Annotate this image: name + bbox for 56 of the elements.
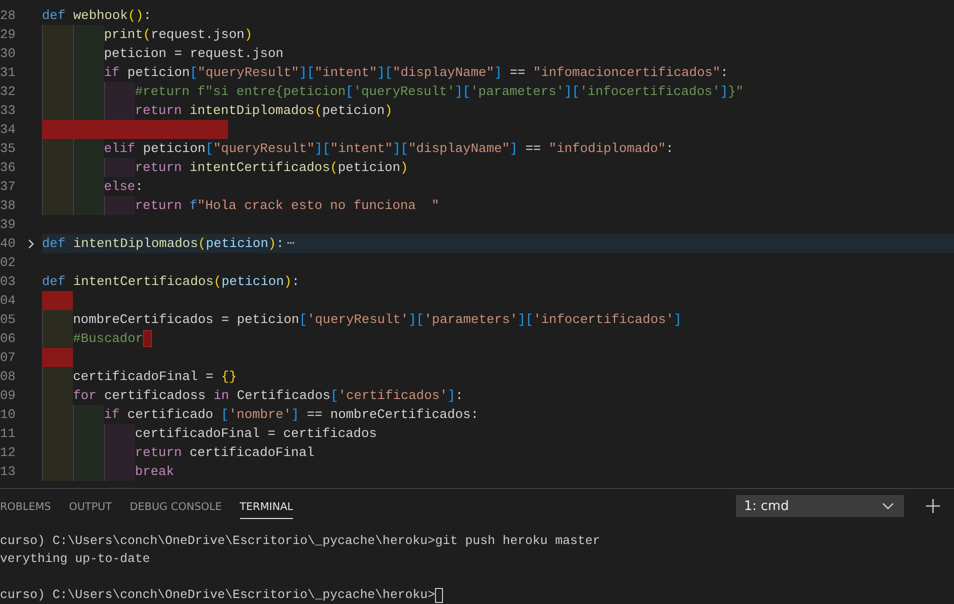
terminal-output-line: curso) C:\Users\conch\OneDrive\Escritorio\_pycache\heroku>git push heroku master [0, 533, 600, 550]
code-line: certificadoFinal = certificados [135, 425, 377, 443]
line-number: 13 [0, 463, 17, 481]
line-number: 31 [0, 64, 17, 82]
code-line: return intentDiplomados(peticion) [135, 102, 392, 120]
panel-tab[interactable]: OUTPUT [68, 495, 112, 519]
code-line: elif peticion["queryResult"]["intent"]["displayName"] == "infodiplomado": [104, 140, 674, 158]
terminal-select[interactable]: 1: cmd [736, 495, 904, 517]
line-number: 33 [0, 102, 17, 120]
line-number: 35 [0, 140, 17, 158]
line-number: 40 [0, 235, 17, 253]
line-number: 28 [0, 7, 17, 25]
code-line: print(request.json) [104, 26, 252, 44]
plus-icon[interactable] [926, 499, 940, 513]
code-line: def intentDiplomados(peticion): ⋯ [42, 235, 295, 253]
terminal-output-line: curso) C:\Users\conch\OneDrive\Escritorio\_pycache\heroku> [0, 587, 436, 604]
line-number: 10 [0, 406, 17, 424]
line-number: 34 [0, 121, 17, 139]
code-line: return intentCertificados(peticion) [135, 159, 408, 177]
line-number: 37 [0, 178, 17, 196]
code-line: #return f"si entre{peticion['queryResult']['parameters']['infocertificados']}" [135, 83, 744, 101]
line-number: 11 [0, 425, 17, 443]
chevron-right-icon[interactable] [27, 238, 35, 248]
line-number: 03 [0, 273, 17, 291]
code-line: break [135, 463, 174, 481]
line-number: 04 [0, 292, 17, 310]
line-number: 32 [0, 83, 17, 101]
line-number: 38 [0, 197, 17, 215]
line-number: 08 [0, 368, 17, 386]
line-number: 30 [0, 45, 17, 63]
code-line: def intentCertificados(peticion): [42, 273, 300, 291]
line-number: 36 [0, 159, 17, 177]
panel-tab[interactable]: TERMINAL [240, 495, 294, 519]
code-line: certificadoFinal = {} [73, 368, 237, 386]
chevron-down-icon [882, 502, 894, 510]
line-number: 12 [0, 444, 17, 462]
code-line: def webhook(): [42, 7, 152, 25]
line-number: 09 [0, 387, 17, 405]
code-line: #Buscador [73, 330, 144, 348]
panel-tab[interactable]: ROBLEMS [0, 495, 51, 519]
code-line: if certificado ['nombre'] == nombreCertificados: [104, 406, 479, 424]
line-number: 39 [0, 216, 17, 234]
line-number: 29 [0, 26, 17, 44]
code-line: if peticion["queryResult"]["intent"]["displayName"] == "infomacioncertificados": [104, 64, 728, 82]
code-line: nombreCertificados = peticion['queryResult']['parameters']['infocertificados'] [73, 311, 682, 329]
line-number: 06 [0, 330, 17, 348]
line-number: 07 [0, 349, 17, 367]
line-number: 02 [0, 254, 17, 272]
code-line: else: [104, 178, 144, 196]
code-line: return certificadoFinal [135, 444, 314, 462]
code-line: peticion = request.json [104, 45, 284, 63]
code-line: return f"Hola crack esto no funciona " [135, 197, 440, 215]
line-number: 05 [0, 311, 17, 329]
code-line: for certificadoss in Certificados['certificados']: [73, 387, 464, 405]
panel-tab[interactable]: DEBUG CONSOLE [130, 495, 222, 519]
terminal-output-line: verything up-to-date [0, 551, 150, 568]
